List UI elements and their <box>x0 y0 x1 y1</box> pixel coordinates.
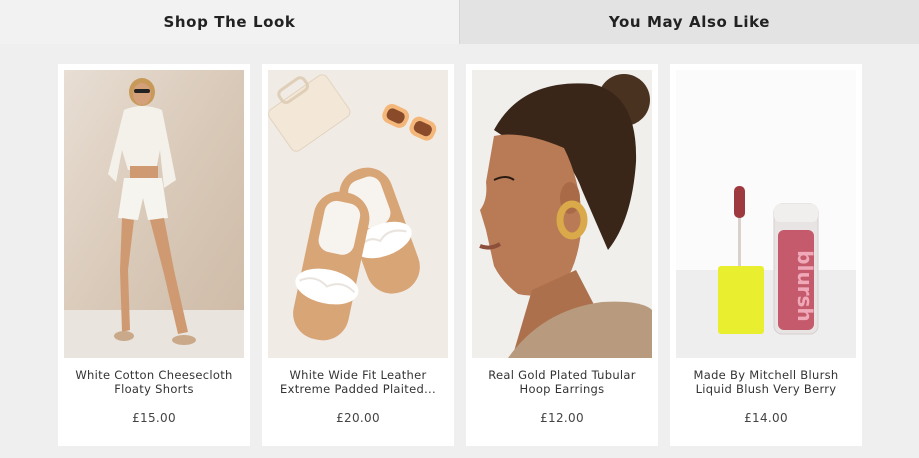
product-price: £20.00 <box>336 411 380 425</box>
product-card[interactable]: blursh Made By Mitchell Blursh Liquid Bl… <box>670 64 862 446</box>
tab-bar: Shop The Look You May Also Like <box>0 0 919 44</box>
product-card[interactable]: Real Gold Plated Tubular Hoop Earrings £… <box>466 64 658 446</box>
product-price: £14.00 <box>744 411 788 425</box>
product-name[interactable]: Made By Mitchell Blursh Liquid Blush Ver… <box>676 368 856 396</box>
product-name[interactable]: White Wide Fit Leather Extreme Padded Pl… <box>268 368 448 396</box>
tab-shop-the-look[interactable]: Shop The Look <box>0 0 459 44</box>
product-name[interactable]: Real Gold Plated Tubular Hoop Earrings <box>472 368 652 396</box>
product-price: £15.00 <box>132 411 176 425</box>
model-with-hoop-earrings-image[interactable] <box>472 70 652 358</box>
blursh-logo-text: blursh <box>793 250 817 321</box>
liquid-blush-bottle-image[interactable]: blursh <box>676 70 856 358</box>
product-name[interactable]: White Cotton Cheesecloth Floaty Shorts <box>64 368 244 396</box>
product-price: £12.00 <box>540 411 584 425</box>
product-grid: White Cotton Cheesecloth Floaty Shorts £… <box>58 64 862 446</box>
product-card[interactable]: White Cotton Cheesecloth Floaty Shorts £… <box>58 64 250 446</box>
model-in-white-shorts-image[interactable] <box>64 70 244 358</box>
product-card[interactable]: White Wide Fit Leather Extreme Padded Pl… <box>262 64 454 446</box>
sandals-flatlay-image[interactable] <box>268 70 448 358</box>
tab-you-may-also-like[interactable]: You May Also Like <box>459 0 919 44</box>
